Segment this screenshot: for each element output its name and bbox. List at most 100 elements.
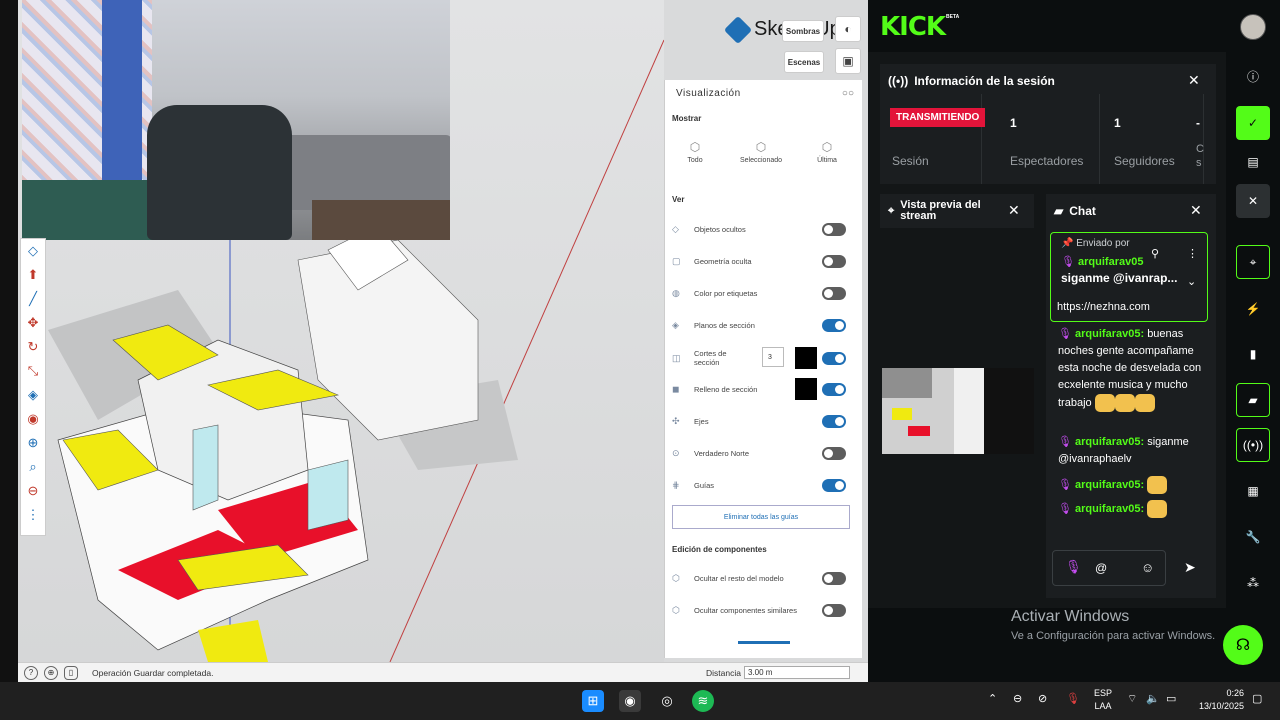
chat-toggle-icon[interactable]: ▰ xyxy=(1236,383,1270,417)
section-planes-toggle[interactable] xyxy=(822,318,846,332)
stat-truncated: - C s xyxy=(1196,116,1204,169)
broadcast-toggle-icon[interactable]: ((•)) xyxy=(1236,428,1270,462)
mention-icon[interactable]: @ xyxy=(1095,561,1107,575)
components-section-label: Edición de componentes xyxy=(672,545,767,554)
emote-icon xyxy=(1114,394,1135,412)
support-headset-icon[interactable]: ☊ xyxy=(1223,625,1263,665)
lightning-icon[interactable]: ⚡ xyxy=(1236,292,1270,326)
chat-header: ▰ Chat xyxy=(1054,204,1096,218)
avatar[interactable] xyxy=(1240,14,1266,40)
cube-icon: ⬡ xyxy=(755,140,767,154)
pin-icon[interactable]: ⚲ xyxy=(1151,247,1159,260)
eraser-tool-icon[interactable]: ◇ xyxy=(21,239,45,263)
chrome-icon[interactable]: ◉ xyxy=(619,690,641,712)
preview-toggle-icon[interactable]: ⌖ xyxy=(1236,245,1270,279)
scale-tool-icon[interactable]: ⤡ xyxy=(21,359,45,383)
section-tool-icon[interactable]: ⊖ xyxy=(21,479,45,503)
show-last-button[interactable]: ⬡ Última xyxy=(797,140,857,164)
delete-guides-button[interactable]: Eliminar todas las guías xyxy=(672,505,850,529)
close-chat-icon[interactable]: ✕ xyxy=(1190,202,1202,219)
chevron-down-icon[interactable]: ⌄ xyxy=(1187,275,1196,288)
wrench-icon[interactable]: 🔧 xyxy=(1236,520,1270,554)
push-pull-tool-icon[interactable]: ⬆ xyxy=(21,263,45,287)
moderation-icon[interactable]: ▦ xyxy=(1236,474,1270,508)
layout-icon[interactable]: ▤ xyxy=(1236,145,1270,179)
cube-icon: ⬡ xyxy=(689,140,701,154)
axes-toggle[interactable] xyxy=(822,414,846,428)
left-edge xyxy=(0,0,18,682)
chat-message: 🎙 arquifarav05: xyxy=(1058,500,1208,518)
volume-icon[interactable]: 🔈 xyxy=(1146,692,1160,705)
close-preview-icon[interactable]: ✕ xyxy=(1008,202,1020,219)
row-hidden-objects: ◇ Objetos ocultos xyxy=(672,219,852,239)
color-tags-toggle[interactable] xyxy=(822,286,846,300)
more-icon[interactable]: ⋮ xyxy=(1187,247,1198,260)
section-cuts-icon: ◫ xyxy=(672,352,681,363)
hidden-objects-toggle[interactable] xyxy=(822,222,846,236)
orbit-tool-icon[interactable]: ⊕ xyxy=(21,431,45,455)
spotify-icon[interactable]: ≋ xyxy=(692,690,714,712)
section-fill-color-swatch[interactable] xyxy=(795,378,817,400)
paint-tool-icon[interactable]: ◈ xyxy=(21,383,45,407)
line-tool-icon[interactable]: ╱ xyxy=(21,287,45,311)
battery-icon[interactable]: ▭ xyxy=(1166,692,1176,705)
move-tool-icon[interactable]: ✥ xyxy=(21,311,45,335)
scenes-button[interactable]: Escenas xyxy=(784,51,824,73)
close-rail-icon[interactable]: ✕ xyxy=(1236,184,1270,218)
tag-tool-icon[interactable]: ◉ xyxy=(21,407,45,431)
windows-start-icon[interactable]: ⊞ xyxy=(582,690,604,712)
show-selected-button[interactable]: ⬡ Seleccionado xyxy=(731,140,791,164)
checklist-icon[interactable]: ✓ xyxy=(1236,106,1270,140)
mic-icon[interactable]: 🎙 xyxy=(1066,692,1080,705)
send-icon[interactable]: ➤ xyxy=(1184,559,1196,576)
glasses-icon[interactable]: ○○ xyxy=(842,88,854,99)
stream-preview-thumbnail[interactable] xyxy=(882,368,1034,454)
pinned-link[interactable]: https://nezhna.com xyxy=(1057,301,1150,313)
close-icon[interactable]: ✕ xyxy=(1188,72,1200,89)
info-icon[interactable]: ⓘ xyxy=(1236,59,1270,93)
broadcast-icon: ((•)) xyxy=(888,74,909,88)
windows-taskbar: ⊞ ◉ ◎ ≋ ⌃ ⊖ ⊘ 🎙 ESP LAA ⌔ 🔈 ▭ 0:26 13/10/2… xyxy=(0,682,1280,720)
pinned-message[interactable]: 📌 Enviado por ⚲ ⋮ 🎙 arquifarav05 siganme… xyxy=(1050,232,1208,322)
section-cuts-toggle[interactable] xyxy=(822,351,846,365)
activate-windows-watermark: Activar Windows Ve a Configuración para … xyxy=(1011,608,1216,642)
notification-icon[interactable]: ▢ xyxy=(1252,692,1262,705)
meet-now-icon[interactable]: ⊖ xyxy=(1013,692,1022,705)
scenes-icon[interactable]: ▣ xyxy=(835,48,861,74)
rotate-tool-icon[interactable]: ↻ xyxy=(21,335,45,359)
wifi-icon[interactable]: ⌔ xyxy=(1127,692,1137,706)
chat-message: 🎙 arquifarav05: xyxy=(1058,476,1208,494)
section-planes-icon: ◈ xyxy=(672,319,679,330)
kick-logo[interactable]: KICK xyxy=(880,12,946,42)
language-indicator[interactable]: ESP LAA xyxy=(1094,687,1112,713)
true-north-toggle[interactable] xyxy=(822,446,846,460)
hidden-geometry-toggle[interactable] xyxy=(822,254,846,268)
mic-muted-icon[interactable]: ⊘ xyxy=(1038,692,1047,705)
more-tools-icon[interactable]: ⋮ xyxy=(21,503,45,527)
globe-icon[interactable]: ⊕ xyxy=(44,665,58,680)
emoji-icon[interactable]: ☺ xyxy=(1141,560,1154,575)
community-icon[interactable]: ⁂ xyxy=(1236,566,1270,600)
preview-header: ⌖ Vista previa del stream xyxy=(888,199,981,222)
mic-icon: 🎙 xyxy=(1058,502,1072,515)
zoom-tool-icon[interactable]: ⌕ xyxy=(21,455,45,479)
chevron-up-icon[interactable]: ⌃ xyxy=(988,692,997,705)
pinned-label: 📌 Enviado por xyxy=(1061,238,1130,249)
session-card-title: Información de la sesión xyxy=(914,74,1055,88)
shadows-button[interactable]: Sombras xyxy=(782,20,824,42)
document-icon[interactable]: ▮ xyxy=(1236,337,1270,371)
section-cut-color-swatch[interactable] xyxy=(795,347,817,369)
section-cut-width-input[interactable]: 3 xyxy=(762,347,784,367)
shadows-icon[interactable]: ◐ xyxy=(835,16,861,42)
obs-icon[interactable]: ◎ xyxy=(656,690,678,712)
show-all-button[interactable]: ⬡ Todo xyxy=(665,140,725,164)
hide-rest-toggle[interactable] xyxy=(822,571,846,585)
stat-viewers: 1 Espectadores xyxy=(998,94,1100,184)
clock[interactable]: 0:26 13/10/2025 xyxy=(1192,687,1244,713)
hide-similar-toggle[interactable] xyxy=(822,603,846,617)
distance-input[interactable]: 3.00 m xyxy=(744,666,850,679)
help-icon[interactable]: ? xyxy=(24,665,38,680)
guides-toggle[interactable] xyxy=(822,478,846,492)
chat-input[interactable]: 🎙 @ ☺ xyxy=(1052,550,1166,586)
section-fill-toggle[interactable] xyxy=(822,382,846,396)
